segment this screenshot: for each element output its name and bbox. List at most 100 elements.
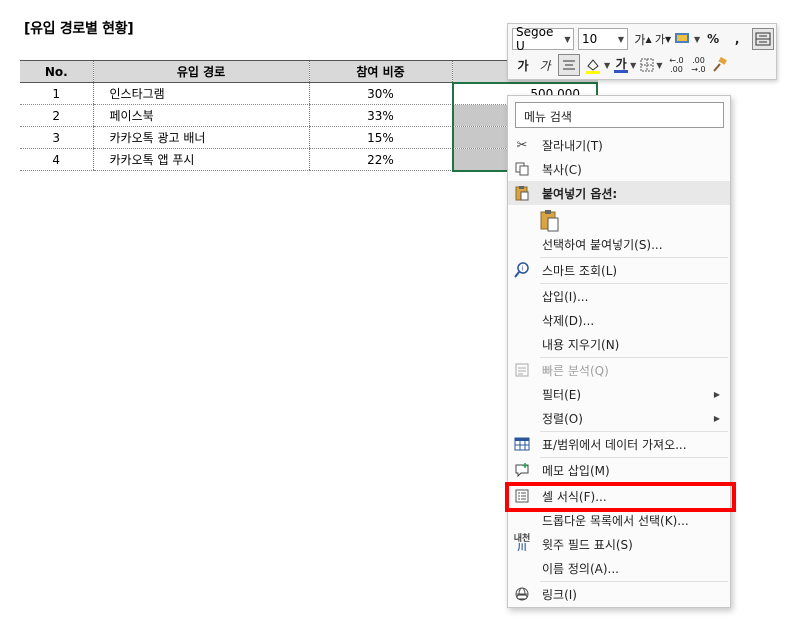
- menu-item-label: 필터(E): [542, 387, 582, 402]
- menu-item-copy[interactable]: 복사(C): [508, 157, 730, 181]
- menu-item-smart-lookup[interactable]: i 스마트 조회(L): [508, 258, 730, 282]
- italic-button[interactable]: 가: [536, 54, 554, 76]
- submenu-arrow-icon: ▶: [713, 413, 720, 423]
- decrease-font-button[interactable]: 가 ▼: [654, 28, 672, 50]
- table-icon: [508, 432, 536, 456]
- fill-color-button[interactable]: ▼: [584, 54, 612, 76]
- menu-item-label: 선택하여 붙여넣기(S)...: [542, 237, 663, 252]
- menu-item-label: 메모 삽입(M): [542, 463, 610, 478]
- menu-item-delete[interactable]: 삭제(D)...: [508, 308, 730, 332]
- bold-button[interactable]: 가: [514, 54, 532, 76]
- percent-style-button[interactable]: %: [704, 28, 722, 50]
- smart-lookup-icon: i: [508, 258, 536, 282]
- copy-icon: [508, 157, 536, 181]
- menu-item-label: 링크(I): [542, 587, 577, 602]
- increase-decimal-button[interactable]: ←.0 .00: [666, 54, 686, 76]
- mini-toolbar-row-2: 가 가 ▼ 가 ▼ ▼ ←.0 .00 .00 →.0: [512, 54, 728, 76]
- comma-style-button[interactable]: ,: [728, 28, 746, 50]
- fill-color-icon: [586, 59, 600, 74]
- menu-item-get-data[interactable]: 표/범위에서 데이터 가져오...: [508, 432, 730, 456]
- cell-route[interactable]: 페이스북: [92, 104, 309, 127]
- menu-item-label: 붙여넣기 옵션:: [542, 186, 618, 201]
- menu-item-quick-analysis: 빠른 분석(Q): [508, 358, 730, 382]
- menu-section-paste-options: 붙여넣기 옵션:: [508, 181, 730, 205]
- cell-share[interactable]: 22%: [308, 148, 452, 171]
- align-center-icon: [563, 60, 575, 70]
- borders-button[interactable]: ▼: [640, 54, 664, 76]
- format-painter-icon: [713, 57, 728, 72]
- menu-item-label: 스마트 조회(L): [542, 263, 618, 278]
- chevron-down-icon: ▼: [617, 34, 625, 44]
- context-menu: 메뉴 검색 ✂ 잘라내기(T) 복사(C) 붙여넣기 옵션: 선택하여 붙여넣기…: [507, 95, 731, 608]
- menu-item-cut[interactable]: ✂ 잘라내기(T): [508, 133, 730, 157]
- cell-share[interactable]: 15%: [308, 126, 452, 149]
- menu-item-link[interactable]: 링크(I): [508, 582, 730, 606]
- font-name-combo[interactable]: Segoe U ▼: [512, 25, 574, 53]
- menu-item-label: 정렬(O): [542, 411, 583, 426]
- menu-item-insert-comment[interactable]: 메모 삽입(M): [508, 458, 730, 482]
- col-header-no[interactable]: No.: [20, 60, 93, 83]
- format-cells-icon: [508, 484, 536, 508]
- menu-item-label: 내용 지우기(N): [542, 337, 620, 352]
- sheet-title: [유입 경로별 현황]: [24, 21, 134, 37]
- svg-text:i: i: [522, 266, 524, 273]
- menu-item-label: 셀 서식(F)...: [542, 489, 607, 504]
- cell-route[interactable]: 카카오톡 앱 푸시: [92, 148, 309, 171]
- clipboard-icon: [508, 181, 536, 205]
- scissors-icon: ✂: [516, 137, 528, 153]
- menu-item-label: 삭제(D)...: [542, 313, 595, 328]
- menu-item-format-cells[interactable]: 셀 서식(F)...: [508, 484, 730, 508]
- menu-item-label: 윗주 필드 표시(S): [542, 537, 633, 552]
- quick-analysis-icon: [508, 358, 536, 382]
- menu-item-label: 이름 정의(A)...: [542, 561, 619, 576]
- menu-item-pick-from-list[interactable]: 드롭다운 목록에서 선택(K)...: [508, 508, 730, 532]
- chevron-down-icon: ▼: [564, 34, 571, 44]
- cell-no[interactable]: 4: [20, 148, 93, 171]
- cell-share[interactable]: 33%: [308, 104, 452, 127]
- menu-item-label: 표/범위에서 데이터 가져오...: [542, 437, 687, 452]
- col-header-route[interactable]: 유입 경로: [92, 60, 309, 83]
- merge-center-button[interactable]: [752, 28, 775, 50]
- align-center-button[interactable]: [558, 54, 580, 76]
- link-icon: [508, 582, 536, 606]
- cell-route[interactable]: 카카오톡 광고 배너: [92, 126, 309, 149]
- menu-item-paste-special[interactable]: 선택하여 붙여넣기(S)...: [508, 232, 730, 256]
- menu-search-input[interactable]: 메뉴 검색: [515, 102, 724, 128]
- menu-item-label: 복사(C): [542, 162, 582, 177]
- increase-font-button[interactable]: 가 ▲: [634, 28, 652, 50]
- accounting-format-icon: [675, 33, 689, 43]
- font-color-button[interactable]: 가 ▼: [614, 54, 638, 76]
- cell-no[interactable]: 1: [20, 82, 93, 105]
- format-painter-button[interactable]: [710, 54, 728, 76]
- menu-item-filter[interactable]: 필터(E) ▶: [508, 382, 730, 406]
- cell-route[interactable]: 인스타그램: [92, 82, 309, 105]
- cell-no[interactable]: 3: [20, 126, 93, 149]
- menu-item-clear-contents[interactable]: 내용 지우기(N): [508, 332, 730, 356]
- cell-no[interactable]: 2: [20, 104, 93, 127]
- mini-toolbar: Segoe U ▼ 10 ▼ 가 ▲ 가 ▼ ▼ % , 가 가 ▼ 가 ▼ ▼…: [507, 23, 777, 80]
- accounting-format-button[interactable]: ▼: [674, 28, 702, 50]
- merge-center-icon: [755, 32, 771, 46]
- menu-item-label: 드롭다운 목록에서 선택(K)...: [542, 513, 689, 528]
- borders-icon: [640, 58, 654, 72]
- decrease-font-icon: 가: [654, 33, 665, 46]
- font-size-combo[interactable]: 10 ▼: [578, 28, 628, 50]
- submenu-arrow-icon: ▶: [713, 389, 720, 399]
- menu-item-label: 잘라내기(T): [542, 138, 603, 153]
- font-name-value: Segoe U: [516, 25, 554, 53]
- menu-item-phonetic[interactable]: 내천 川 윗주 필드 표시(S): [508, 532, 730, 556]
- menu-item-define-name[interactable]: 이름 정의(A)...: [508, 556, 730, 580]
- comment-icon: [508, 458, 536, 482]
- mini-toolbar-row-1: Segoe U ▼ 10 ▼ 가 ▲ 가 ▼ ▼ % ,: [512, 25, 775, 53]
- menu-item-label: 빠른 분석(Q): [542, 363, 609, 378]
- phonetic-guide-icon: 내천 川: [513, 534, 531, 553]
- menu-item-sort[interactable]: 정렬(O) ▶: [508, 406, 730, 430]
- cell-share[interactable]: 30%: [308, 82, 452, 105]
- increase-font-icon: 가: [634, 32, 646, 47]
- decrease-decimal-button[interactable]: .00 →.0: [688, 54, 708, 76]
- menu-item-insert[interactable]: 삽입(I)...: [508, 284, 730, 308]
- font-color-icon: 가: [615, 56, 627, 71]
- col-header-share[interactable]: 참여 비중: [308, 60, 452, 83]
- menu-item-label: 삽입(I)...: [542, 289, 589, 304]
- font-size-value: 10: [582, 32, 598, 46]
